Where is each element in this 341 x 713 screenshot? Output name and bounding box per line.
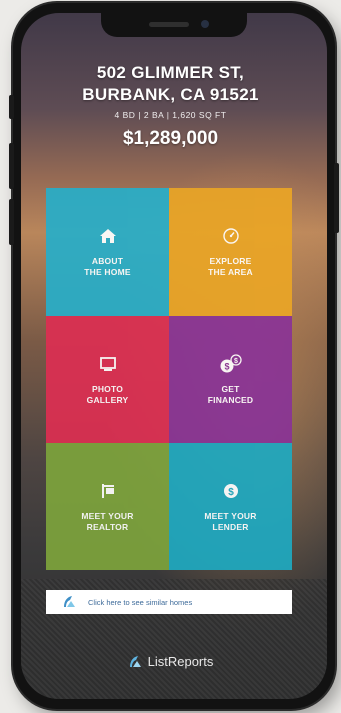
listing-specs: 4 BD | 2 BA | 1,620 SQ FT [114, 110, 227, 120]
about-the-home-tile[interactable]: ABOUT THE HOME [46, 188, 169, 316]
coins-icon: $ $ [219, 353, 243, 374]
brand-footer: ListReports [0, 654, 341, 669]
address-line-1: 502 GLIMMER ST, [96, 63, 245, 82]
dollar-icon: $ [222, 481, 240, 501]
listing-price: $1,289,000 [122, 128, 219, 149]
listing-header: 502 GLIMMER ST, BURBANK, CA 91521 4 BD |… [0, 62, 341, 150]
tile-label: MEET YOUR REALTOR [81, 510, 134, 532]
svg-text:$: $ [228, 487, 234, 498]
meet-your-lender-tile[interactable]: $ MEET YOUR LENDER [169, 443, 292, 570]
compass-icon [222, 226, 240, 246]
power-button [334, 163, 339, 233]
front-camera [201, 20, 209, 28]
svg-text:$: $ [234, 358, 238, 365]
tile-label: PHOTO GALLERY [86, 383, 129, 405]
listreports-logo-icon [128, 655, 144, 669]
listing-address: 502 GLIMMER ST, BURBANK, CA 91521 [0, 62, 341, 106]
tile-label: MEET YOUR LENDER [204, 510, 257, 532]
explore-the-area-tile[interactable]: EXPLORE THE AREA [169, 188, 292, 316]
menu-grid: ABOUT THE HOME EXPLORE THE AREA PHOTO GA… [46, 188, 292, 570]
sign-icon [99, 481, 117, 501]
tile-label: EXPLORE THE AREA [208, 256, 253, 277]
volume-down-button [9, 199, 14, 245]
get-financed-tile[interactable]: $ $ GET FINANCED [169, 316, 292, 443]
house-icon [99, 226, 117, 246]
monitor-icon [99, 354, 117, 374]
speaker-grille [149, 22, 189, 27]
similar-homes-link-text: Click here to see similar homes [88, 597, 193, 607]
address-line-2: BURBANK, CA 91521 [82, 85, 259, 104]
tile-label: GET FINANCED [207, 383, 254, 405]
listreports-logo-icon [62, 595, 82, 609]
photo-gallery-tile[interactable]: PHOTO GALLERY [46, 316, 169, 443]
svg-text:$: $ [224, 361, 229, 371]
brand-name: ListReports [147, 654, 214, 669]
meet-your-realtor-tile[interactable]: MEET YOUR REALTOR [46, 443, 169, 570]
phone-notch [101, 13, 247, 37]
similar-homes-button[interactable]: Click here to see similar homes [46, 590, 292, 614]
tile-label: ABOUT THE HOME [84, 256, 131, 277]
